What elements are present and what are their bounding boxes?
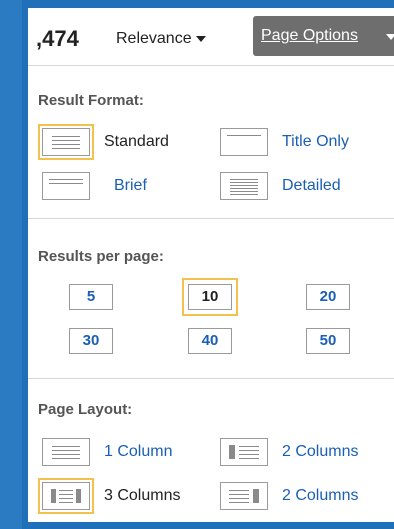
two-columns-left-layout-icon <box>220 438 268 466</box>
page-options-button[interactable]: Page Options <box>253 16 394 56</box>
page-layout-heading: Page Layout: <box>38 401 133 418</box>
layout-label-2-columns-left: 2 Columns <box>282 443 359 460</box>
per-page-option-50[interactable]: 50 <box>306 328 350 354</box>
per-page-option-10[interactable]: 10 <box>182 278 238 316</box>
layout-option-1-column[interactable]: 1 Column <box>42 438 172 466</box>
title-only-format-icon <box>220 128 268 156</box>
format-option-standard[interactable]: Standard <box>38 124 169 160</box>
layout-option-2-columns-left[interactable]: 2 Columns <box>220 438 358 466</box>
layout-option-3-columns[interactable]: 3 Columns <box>38 478 181 514</box>
layout-label-3-columns: 3 Columns <box>104 487 181 504</box>
section-divider <box>28 378 394 379</box>
result-count: ,474 <box>36 26 79 51</box>
format-label-standard: Standard <box>104 133 169 150</box>
layout-label-2-columns-right: 2 Columns <box>282 487 359 504</box>
results-toolbar: ,474 Relevance Page Options <box>28 8 394 66</box>
per-page-option-5[interactable]: 5 <box>69 284 113 310</box>
format-label-title-only: Title Only <box>282 133 349 150</box>
section-divider <box>28 218 394 219</box>
result-format-heading: Result Format: <box>38 92 144 109</box>
page-options-label: Page Options <box>261 27 358 44</box>
window-frame: ,474 Relevance Page Options Result Forma… <box>22 0 394 529</box>
layout-option-2-columns-right[interactable]: 2 Columns <box>220 482 358 510</box>
format-option-detailed[interactable]: Detailed <box>220 172 341 200</box>
per-page-option-40[interactable]: 40 <box>188 328 232 354</box>
one-column-layout-icon <box>42 438 90 466</box>
format-option-title-only[interactable]: Title Only <box>220 128 349 156</box>
brief-format-icon <box>42 172 90 200</box>
two-columns-right-layout-icon <box>220 482 268 510</box>
per-page-option-30[interactable]: 30 <box>69 328 113 354</box>
sort-dropdown[interactable]: Relevance <box>116 30 206 48</box>
standard-format-icon <box>38 124 94 160</box>
format-option-brief[interactable]: Brief <box>42 172 147 200</box>
format-label-detailed: Detailed <box>282 177 341 194</box>
three-columns-layout-icon <box>38 478 94 514</box>
chevron-down-icon <box>195 35 206 42</box>
layout-label-1-column: 1 Column <box>104 443 173 460</box>
page-options-panel: ,474 Relevance Page Options Result Forma… <box>28 8 394 522</box>
format-label-brief: Brief <box>114 177 147 194</box>
chevron-down-icon <box>386 34 394 40</box>
sort-label: Relevance <box>116 30 192 47</box>
results-per-page-heading: Results per page: <box>38 248 164 265</box>
per-page-option-20[interactable]: 20 <box>306 284 350 310</box>
detailed-format-icon <box>220 172 268 200</box>
